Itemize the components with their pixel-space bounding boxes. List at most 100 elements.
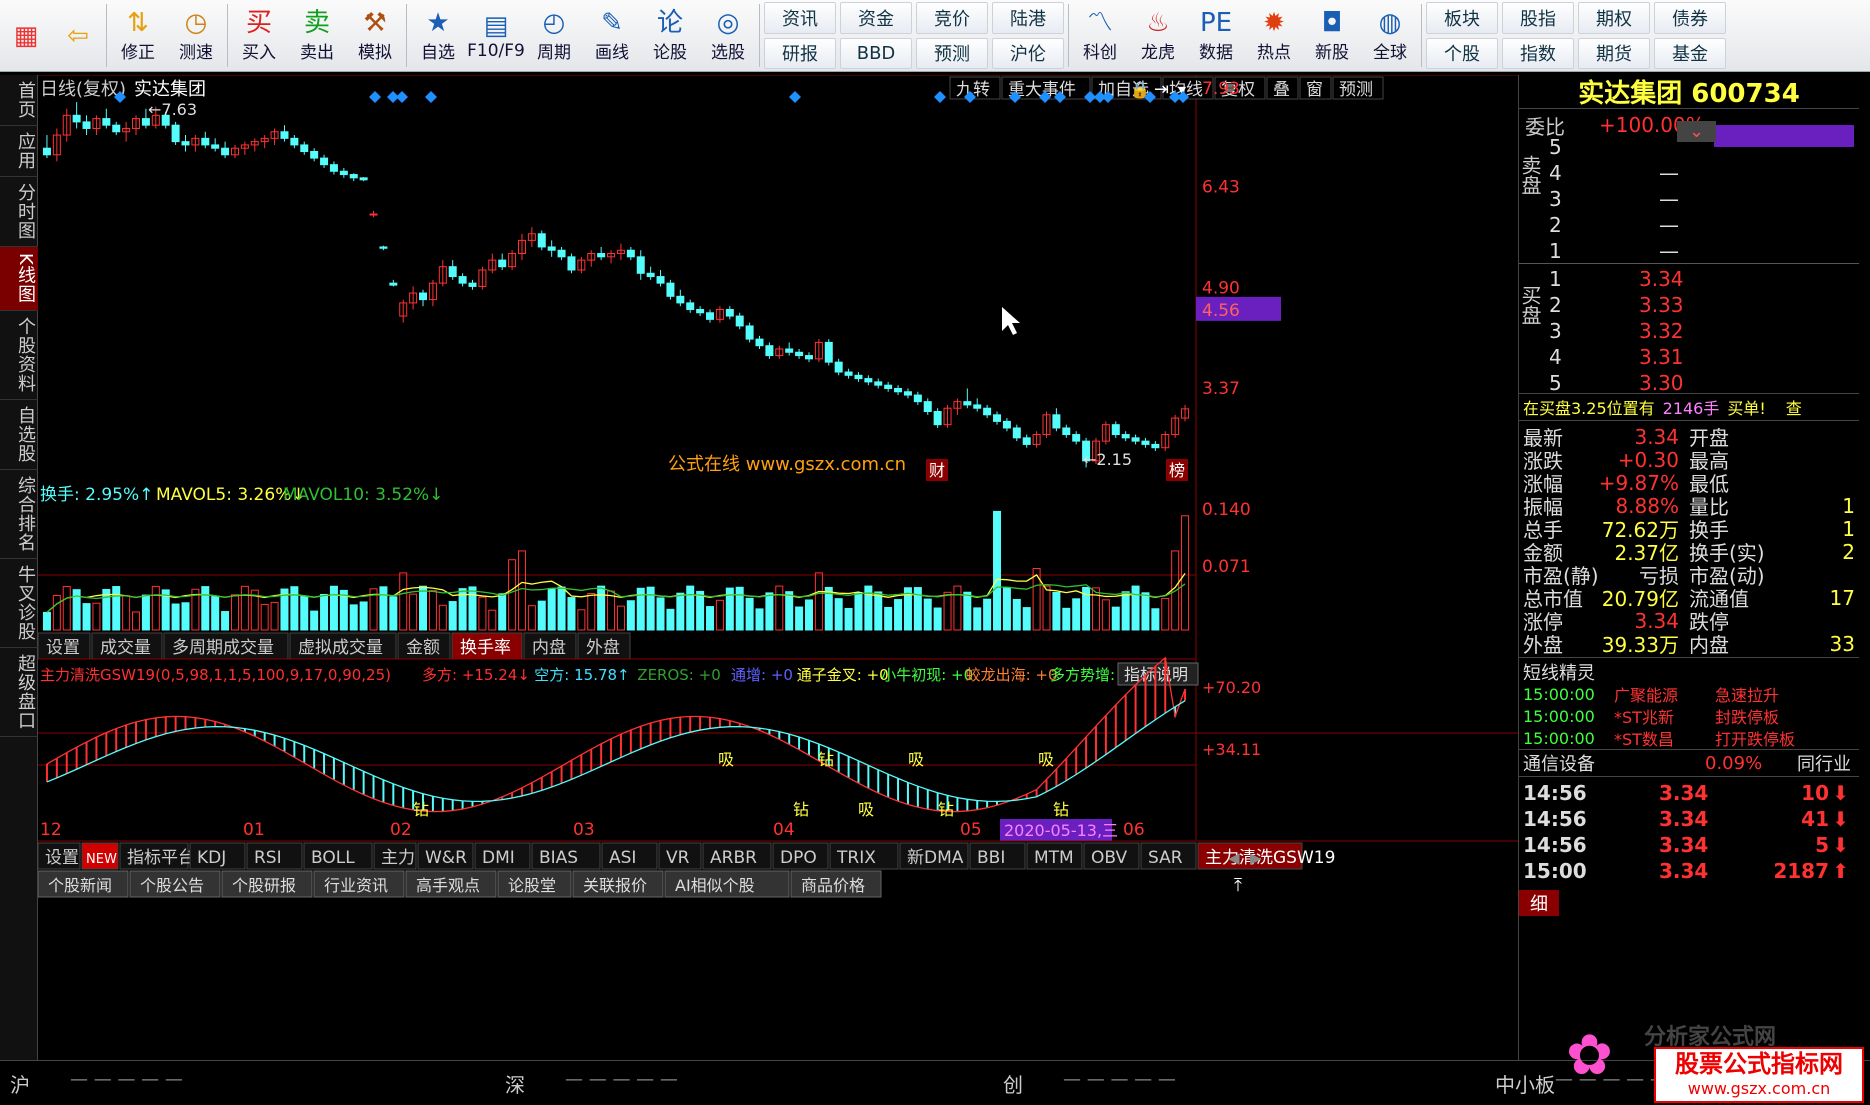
candle-body[interactable] [874, 381, 883, 386]
leftnav-item-6[interactable]: 综合排名 [0, 470, 38, 559]
candle-body[interactable] [656, 276, 665, 284]
toolbar-button-10[interactable]: ✎ 画线 [583, 0, 641, 71]
candle-body[interactable] [1141, 440, 1150, 445]
candle-body[interactable] [82, 121, 91, 129]
candle-body[interactable] [706, 312, 715, 320]
buy-price[interactable]: 3.32 [1639, 319, 1684, 343]
leftnav-item-3[interactable]: K线图 [0, 247, 38, 311]
indicator-tab-18[interactable]: OBV [1091, 848, 1128, 868]
sell-price[interactable]: — [1659, 187, 1679, 211]
toolbar-grid-item[interactable]: 债券 [1654, 2, 1726, 34]
indicator-tab-0[interactable]: 设置 [45, 848, 79, 868]
candle-body[interactable] [666, 282, 675, 297]
leftnav-item-7[interactable]: 牛叉诊股 [0, 559, 38, 648]
sell-price[interactable]: — [1659, 161, 1679, 185]
candle-body[interactable] [646, 272, 655, 278]
sell-price[interactable]: — [1659, 213, 1679, 237]
toolbar-button-12[interactable]: ◎ 选股 [699, 0, 757, 71]
volume-tab-4[interactable]: 金额 [406, 638, 440, 658]
candle-body[interactable] [983, 407, 992, 416]
period-label[interactable]: 日线(复权) [40, 79, 126, 100]
candle-body[interactable] [171, 124, 180, 143]
indicator-tab-4[interactable]: RSI [254, 848, 282, 868]
sprite-name[interactable]: *ST兆新 [1614, 704, 1674, 728]
buy-price[interactable]: 3.31 [1639, 345, 1684, 369]
candle-body[interactable] [864, 378, 873, 383]
indicator-tab-14[interactable]: TRIX [836, 848, 876, 868]
toolbar-grid-item[interactable]: 期货 [1578, 37, 1650, 69]
industry-name[interactable]: 通信设备 [1523, 750, 1595, 776]
candle-body[interactable] [468, 282, 477, 287]
market-index-0[interactable]: 沪 [10, 1069, 30, 1098]
toolbar2-button-4[interactable]: ◘ 新股 [1303, 0, 1361, 71]
indicator-tab-20[interactable]: 主力清洗GSW19 [1205, 848, 1335, 868]
candle-body[interactable] [923, 401, 932, 413]
indicator-tab-1[interactable]: NEW [86, 852, 117, 867]
buy-price[interactable]: 3.34 [1639, 267, 1684, 291]
candle-body[interactable] [785, 348, 794, 353]
indicator-tab-11[interactable]: VR [666, 848, 690, 868]
market-index-1[interactable]: 深 [505, 1069, 525, 1098]
indicator-tab-8[interactable]: DMI [482, 848, 515, 868]
candle-body[interactable] [458, 276, 467, 284]
volume-tab-0[interactable]: 设置 [46, 638, 80, 658]
toolbar-button-5[interactable]: 卖卖出 [288, 0, 346, 71]
candle-body[interactable] [725, 308, 734, 317]
toolbar-button-1[interactable]: ⇦ [52, 0, 104, 71]
chart-area[interactable]: 日线(复权) 实达集团 九转 重大事件 加自选 均线 复权叠窗预测 🔒 ⇥ ▾ 7.93 6.43 4.… [38, 75, 1518, 1060]
sprite-name[interactable]: *ST数昌 [1614, 726, 1674, 750]
toolbar2-button-2[interactable]: PE 数据 [1187, 0, 1245, 71]
sprite-name[interactable]: 广聚能源 [1614, 682, 1678, 706]
candle-body[interactable] [745, 325, 754, 340]
toolbar2-button-5[interactable]: ◍ 全球 [1361, 0, 1419, 71]
candle-body[interactable] [834, 361, 843, 373]
leftnav-item-1[interactable]: 应用 [0, 126, 38, 177]
candle-body[interactable] [973, 404, 982, 409]
candle-body[interactable] [310, 151, 319, 159]
volume-tab-5[interactable]: 换手率 [460, 638, 511, 658]
candle-body[interactable] [320, 157, 329, 166]
candle-body[interactable] [211, 144, 220, 149]
candle-body[interactable] [448, 266, 457, 278]
indicator-tab-16[interactable]: BBI [977, 848, 1005, 868]
toolbar-button-0[interactable]: ▦ [0, 0, 52, 71]
news-tab-8[interactable]: 商品价格 [801, 876, 865, 895]
news-tab-0[interactable]: 个股新闻 [48, 876, 112, 895]
candle-body[interactable] [547, 246, 556, 251]
candle-body[interactable] [1022, 437, 1031, 445]
chart-tab-5[interactable]: 叠 [1273, 80, 1290, 100]
candle-body[interactable] [597, 253, 606, 258]
candle-body[interactable] [339, 170, 348, 176]
candle-body[interactable] [72, 114, 81, 123]
candle-body[interactable] [557, 249, 566, 258]
candle-body[interactable] [963, 401, 972, 406]
news-tab-2[interactable]: 个股研报 [232, 876, 296, 895]
candle-body[interactable] [201, 137, 210, 146]
candle-body[interactable] [1151, 443, 1160, 449]
volume-tab-2[interactable]: 多周期成交量 [172, 638, 274, 658]
toolbar-button-6[interactable]: ⚒ 模拟 [346, 0, 404, 71]
tag-cai[interactable]: 财 [929, 461, 945, 480]
candle-body[interactable] [498, 259, 507, 268]
candle-body[interactable] [884, 384, 893, 389]
industry-tail[interactable]: 同行业 [1797, 750, 1851, 776]
toolbar-grid-item[interactable]: 资讯 [764, 2, 836, 34]
expand-icon[interactable]: ⇥ [1154, 79, 1169, 100]
toolbar-grid-item[interactable]: 竞价 [916, 2, 988, 34]
candle-body[interactable] [537, 233, 546, 248]
toolbar-button-2[interactable]: ⇅ 修正 [109, 0, 167, 71]
candle-body[interactable] [280, 131, 289, 139]
indicator-tab-13[interactable]: DPO [780, 848, 817, 868]
scroll-left-icon[interactable]: ◀ [1228, 849, 1240, 867]
indicator-tab-19[interactable]: SAR [1148, 848, 1183, 868]
chart-tab-7[interactable]: 预测 [1339, 80, 1373, 100]
candle-body[interactable] [1111, 424, 1120, 436]
candle-body[interactable] [221, 147, 230, 156]
candle-body[interactable] [1052, 414, 1061, 429]
candle-body[interactable] [903, 391, 912, 396]
candle-body[interactable] [379, 246, 388, 249]
candle-body[interactable] [1062, 427, 1071, 436]
volume-tab-3[interactable]: 虚拟成交量 [298, 638, 383, 658]
indicator-tab-15[interactable]: 新DMA [907, 848, 964, 868]
leftnav-item-8[interactable]: 超级盘口 [0, 648, 38, 737]
